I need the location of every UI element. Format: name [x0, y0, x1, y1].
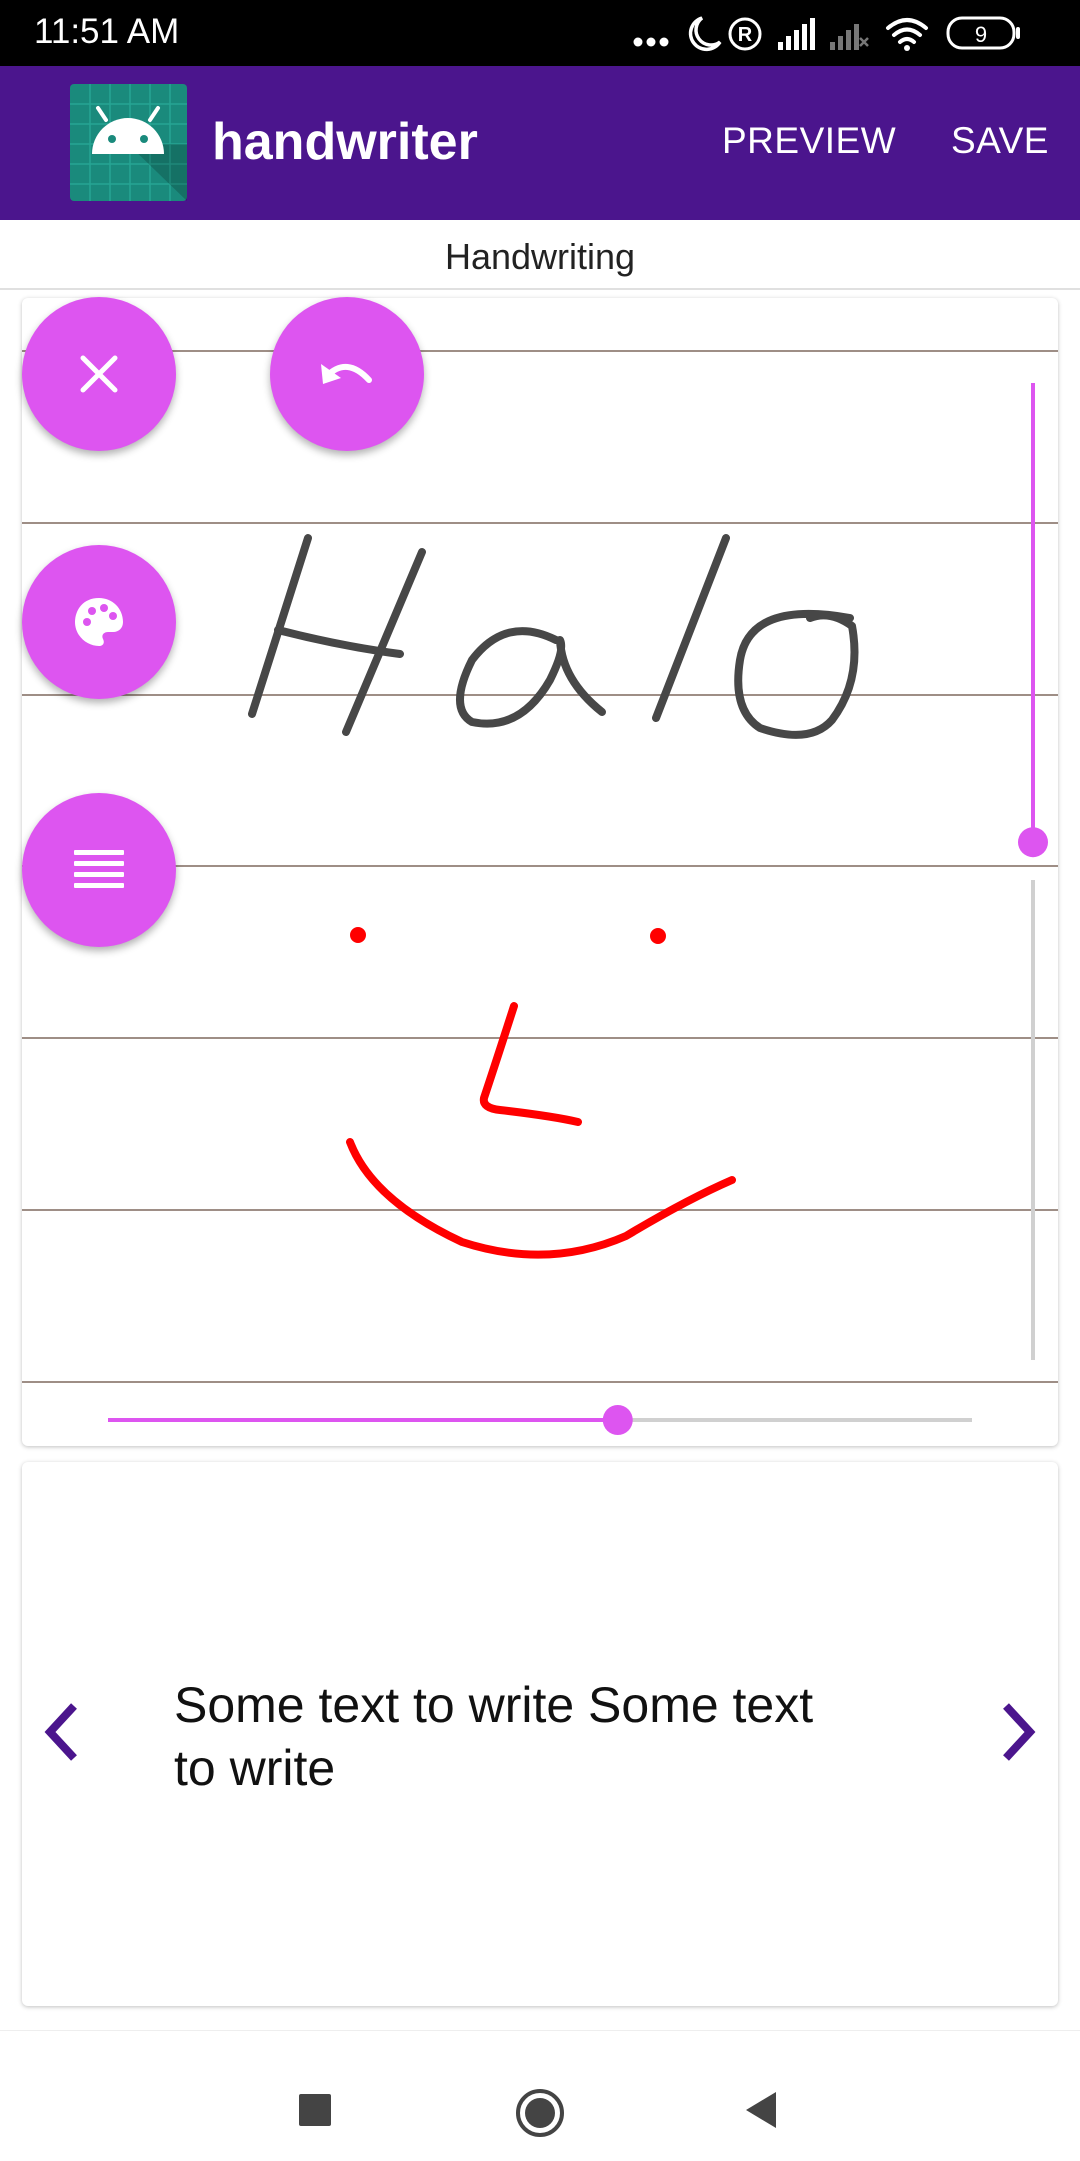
line-settings-button[interactable] — [22, 793, 176, 947]
stroke-a — [456, 627, 606, 728]
lines-menu-icon — [74, 850, 124, 888]
undo-button[interactable] — [270, 297, 424, 451]
stroke-H-right — [342, 548, 426, 736]
stroke-o — [734, 609, 859, 739]
color-palette-button[interactable] — [22, 545, 176, 699]
clear-button[interactable] — [22, 297, 176, 451]
vertical-slider-thumb — [1018, 827, 1048, 858]
nose-stroke — [479, 1002, 582, 1126]
prompt-text: Some text to write Some text to write — [174, 1677, 814, 1796]
chevron-right-icon[interactable] — [998, 1700, 1038, 1764]
vertical-size-slider[interactable] — [1018, 383, 1048, 1360]
palette-icon — [75, 598, 123, 646]
system-nav-bar — [0, 2030, 1080, 2161]
right-eye — [650, 928, 666, 944]
undo-icon — [321, 364, 372, 384]
stroke-H-left — [248, 534, 312, 718]
close-icon — [80, 355, 118, 393]
stroke-l — [652, 534, 730, 722]
home-circle-icon[interactable] — [514, 2087, 566, 2139]
handwritten-word — [248, 534, 859, 739]
horizontal-size-slider[interactable] — [108, 1405, 972, 1435]
handwriting-canvas[interactable] — [0, 0, 1080, 1460]
face-drawing — [346, 927, 736, 1259]
left-eye — [350, 927, 366, 943]
back-triangle-icon[interactable] — [744, 2091, 778, 2129]
horizontal-slider-thumb — [602, 1405, 633, 1435]
recents-square-icon[interactable] — [298, 2093, 332, 2127]
chevron-left-icon[interactable] — [42, 1700, 82, 1764]
mouth-stroke — [346, 1138, 736, 1259]
ruled-lines — [22, 350, 1058, 1383]
